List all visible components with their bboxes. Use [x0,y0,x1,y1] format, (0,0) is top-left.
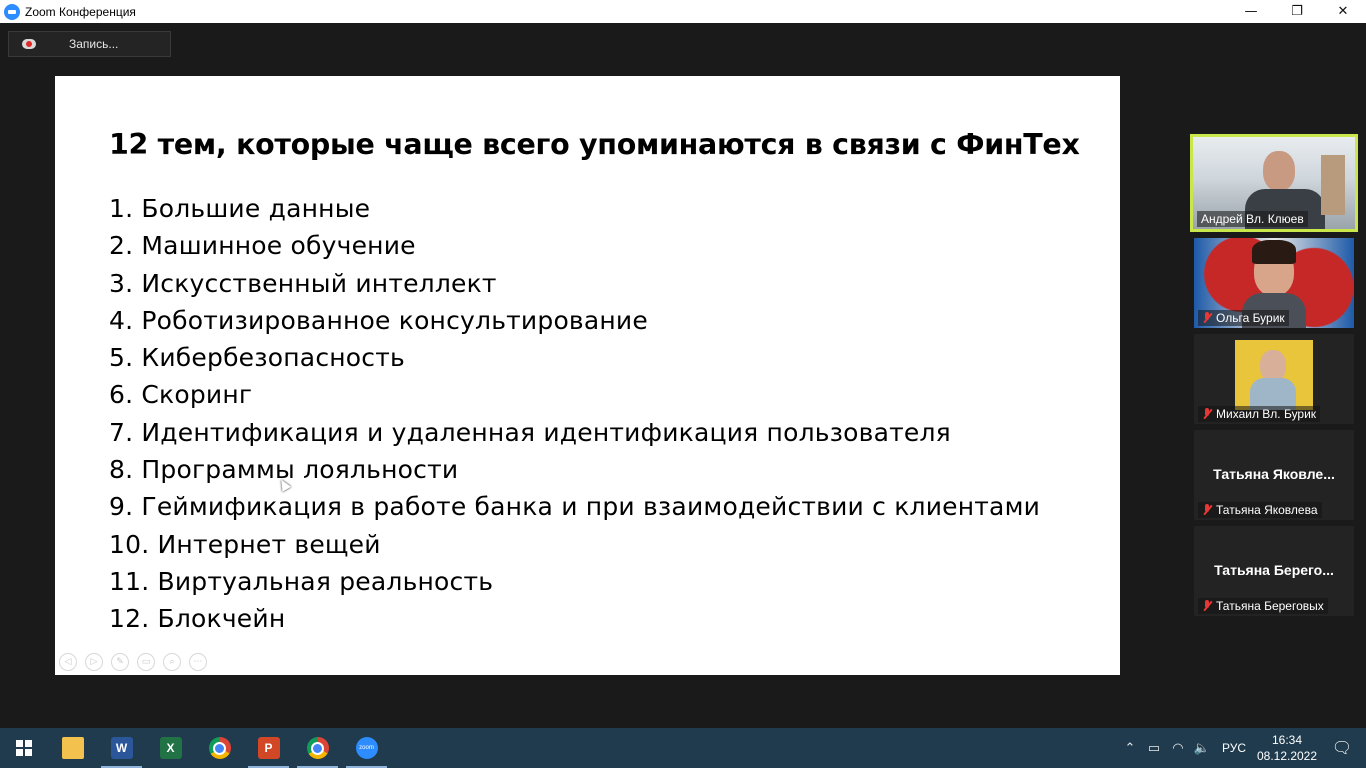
participant-name-tag: Андрей Вл. Клюев [1197,211,1308,227]
powerpoint-icon: P [257,737,280,759]
slide-list-item: 8. Программы лояльности [109,455,459,485]
participant-name-tag: Ольга Бурик [1198,310,1289,326]
participant-name-tag: Татьяна Яковлева [1198,502,1322,518]
taskbar-chrome[interactable] [195,728,244,768]
muted-microphone-icon [1202,600,1212,612]
windows-logo-icon [16,740,32,756]
window-titlebar: Zoom Конференция — ❐ ✕ [0,0,1366,23]
zoom-magnifier-icon[interactable]: ⌕ [163,653,181,671]
slide-list-item: 5. Кибербезопасность [109,343,405,373]
zoom-app-icon [4,3,20,20]
participant-name: Татьяна Береговых [1216,599,1324,613]
chrome-icon [306,737,329,759]
clock[interactable]: 16:34 08.12.2022 [1256,732,1318,764]
word-icon: W [110,737,133,759]
close-button[interactable]: ✕ [1320,0,1366,23]
participant-name: Ольга Бурик [1216,311,1285,325]
slide-list-item: 10. Интернет вещей [109,529,381,559]
participant-name: Татьяна Яковлева [1216,503,1318,517]
clock-time: 16:34 [1271,733,1303,747]
shared-screen-slide: 12 тем, которые чаще всего упоминаются в… [55,76,1120,675]
taskbar-word[interactable]: W [97,728,146,768]
start-button[interactable] [0,728,48,768]
participant-name-tag: Татьяна Береговых [1198,598,1328,614]
participant-tile[interactable]: Ольга Бурик [1194,238,1354,328]
participants-panel: Андрей Вл. Клюев Ольга Бурик Михаил Вл. … [1190,134,1358,622]
taskbar-powerpoint[interactable]: P [244,728,293,768]
folder-icon [61,737,84,759]
more-options-icon[interactable]: ⋯ [189,653,207,671]
muted-microphone-icon [1202,312,1212,324]
next-slide-icon[interactable]: ▷ [85,653,103,671]
participant-display-name: Татьяна Берего... [1214,562,1334,578]
pen-icon[interactable]: ✎ [111,653,129,671]
window-controls: — ❐ ✕ [1228,0,1366,23]
restore-button[interactable]: ❐ [1274,0,1320,23]
taskbar-zoom[interactable]: zoom [342,728,391,768]
participant-tile[interactable]: Татьяна Берего... Татьяна Береговых [1194,526,1354,616]
battery-icon[interactable]: ▭ [1142,740,1166,756]
slide-title: 12 тем, которые чаще всего упоминаются в… [109,128,1080,161]
windows-taskbar: W X P zoom ⌃ ▭ ◠ 🔈 РУС 16:34 08.12.2022 … [0,728,1366,768]
slide-list-item: 6. Скоринг [109,380,253,410]
participant-tile[interactable]: Андрей Вл. Клюев [1190,134,1358,232]
slide-list-item: 1. Большие данные [109,194,371,223]
participant-name: Михаил Вл. Бурик [1216,407,1317,421]
slide-topic-list: 1. Большие данные 2. Машинное обучение 3… [109,190,1040,638]
window-title: Zoom Конференция [25,4,136,19]
slideshow-toolbar: ◁ ▷ ✎ ▭ ⌕ ⋯ [59,653,207,671]
cloud-record-icon [22,39,36,49]
slide-list-item: 12. Блокчейн [109,604,286,634]
slide-list-item: 11. Виртуальная реальность [109,566,494,596]
recording-indicator[interactable]: Запись... [8,31,171,57]
minimize-button[interactable]: — [1228,0,1274,23]
excel-icon: X [159,737,182,759]
participant-name-tag: Михаил Вл. Бурик [1198,406,1321,422]
taskbar-excel[interactable]: X [146,728,195,768]
slides-grid-icon[interactable]: ▭ [137,653,155,671]
muted-microphone-icon [1202,408,1212,420]
recording-label: Запись... [69,37,119,51]
chrome-icon [208,737,231,759]
system-tray: ⌃ ▭ ◠ 🔈 РУС 16:34 08.12.2022 🗨 [1118,728,1366,768]
slide-list-item: 7. Идентификация и удаленная идентификац… [109,417,951,447]
slide-list-item: 9. Геймификация в работе банка и при вза… [109,492,1041,522]
input-language[interactable]: РУС [1222,741,1246,755]
show-hidden-icons-chevron-icon[interactable]: ⌃ [1118,740,1142,756]
slide-list-item: 4. Роботизированное консультирование [109,305,648,335]
participant-tile[interactable]: Михаил Вл. Бурик [1194,334,1354,424]
slide-list-item: 3. Искусственный интеллект [109,268,497,298]
zoom-icon: zoom [355,737,378,759]
taskbar-file-explorer[interactable] [48,728,97,768]
network-icon[interactable]: ◠ [1166,740,1190,756]
volume-icon[interactable]: 🔈 [1190,740,1214,756]
participant-name: Андрей Вл. Клюев [1201,212,1304,226]
notifications-icon[interactable]: 🗨 [1318,738,1366,758]
clock-date: 08.12.2022 [1256,749,1318,763]
participant-display-name: Татьяна Яковле... [1213,466,1335,482]
slide-list-item: 2. Машинное обучение [109,231,416,261]
muted-microphone-icon [1202,504,1212,516]
taskbar-chrome-2[interactable] [293,728,342,768]
previous-slide-icon[interactable]: ◁ [59,653,77,671]
participant-tile[interactable]: Татьяна Яковле... Татьяна Яковлева [1194,430,1354,520]
